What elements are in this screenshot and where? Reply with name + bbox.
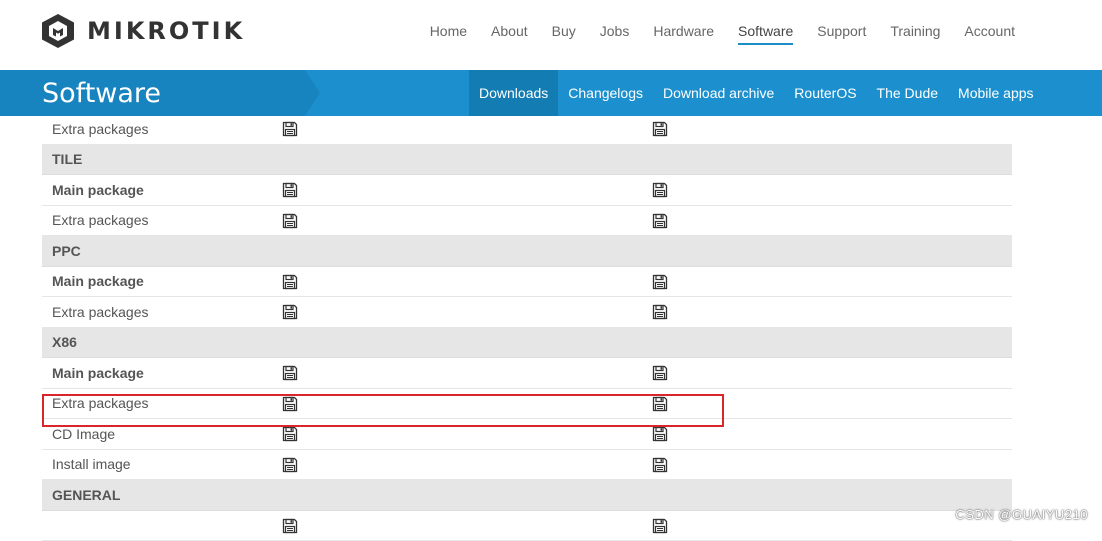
subnav-mobile-apps[interactable]: Mobile apps [948,70,1044,116]
package-label: Extra packages [52,114,149,144]
package-row: Extra packages [42,206,1012,237]
architecture-label: X86 [52,328,77,358]
architecture-label: TILE [52,145,82,175]
package-row: Main package [42,175,1012,206]
package-row: Main package [42,267,1012,298]
watermark: CSDN @GUAIYU210 [955,507,1088,522]
floppy-disk-icon[interactable] [282,182,298,198]
package-row: Extra packages [42,297,1012,328]
floppy-disk-icon[interactable] [652,396,668,412]
package-label: Main package [52,267,144,297]
nav-account[interactable]: Account [964,23,1015,45]
subnav-download-archive[interactable]: Download archive [653,70,784,116]
brand-name: MIKROTIK [87,17,245,45]
floppy-disk-icon[interactable] [652,274,668,290]
section-banner: Software DownloadsChangelogsDownload arc… [0,70,1102,116]
subnav-routeros[interactable]: RouterOS [784,70,866,116]
package-label: Extra packages [52,206,149,236]
mikrotik-cube-icon [41,13,75,49]
floppy-disk-icon[interactable] [652,426,668,442]
nav-buy[interactable]: Buy [552,23,576,45]
nav-software[interactable]: Software [738,23,793,45]
nav-support[interactable]: Support [817,23,866,45]
nav-jobs[interactable]: Jobs [600,23,630,45]
floppy-disk-icon[interactable] [282,274,298,290]
architecture-label: PPC [52,236,81,266]
mikrotik-logo[interactable]: MIKROTIK [41,13,245,49]
floppy-disk-icon[interactable] [282,426,298,442]
subnav-downloads[interactable]: Downloads [469,70,558,116]
site-header: MIKROTIK Home About Buy Jobs Hardware Softwar… [0,0,1102,70]
architecture-header-row: X86 [42,328,1012,359]
subnav-the-dude[interactable]: The Dude [867,70,948,116]
package-row: Extra packages [42,389,1012,420]
floppy-disk-icon[interactable] [282,457,298,473]
package-row [42,511,1012,541]
floppy-disk-icon[interactable] [282,396,298,412]
top-navigation: Home About Buy Jobs Hardware Software Support T… [406,23,1015,45]
floppy-disk-icon[interactable] [282,304,298,320]
downloads-table: Extra packagesTILEMain packageExtra pack… [42,114,1012,541]
package-label: CD Image [52,419,115,449]
architecture-header-row: PPC [42,236,1012,267]
architecture-header-row: GENERAL [42,480,1012,511]
nav-hardware[interactable]: Hardware [653,23,714,45]
software-subnav: DownloadsChangelogsDownload archiveRoute… [469,70,1044,116]
floppy-disk-icon[interactable] [282,365,298,381]
floppy-disk-icon[interactable] [652,304,668,320]
package-label: Extra packages [52,389,149,419]
page-title: Software [42,78,161,109]
floppy-disk-icon[interactable] [652,121,668,137]
floppy-disk-icon[interactable] [282,121,298,137]
package-label: Main package [52,175,144,205]
package-row: Install image [42,450,1012,481]
subnav-changelogs[interactable]: Changelogs [558,70,653,116]
package-row: Extra packages [42,114,1012,145]
architecture-label: GENERAL [52,480,120,510]
package-label: Extra packages [52,297,149,327]
architecture-header-row: TILE [42,145,1012,176]
nav-home[interactable]: Home [430,23,467,45]
floppy-disk-icon[interactable] [652,457,668,473]
nav-about[interactable]: About [491,23,528,45]
package-row: Main package [42,358,1012,389]
floppy-disk-icon[interactable] [652,365,668,381]
package-label: Main package [52,358,144,388]
floppy-disk-icon[interactable] [282,213,298,229]
package-label: Install image [52,450,131,480]
floppy-disk-icon[interactable] [282,518,298,534]
floppy-disk-icon[interactable] [652,518,668,534]
package-row: CD Image [42,419,1012,450]
nav-training[interactable]: Training [890,23,940,45]
floppy-disk-icon[interactable] [652,182,668,198]
floppy-disk-icon[interactable] [652,213,668,229]
